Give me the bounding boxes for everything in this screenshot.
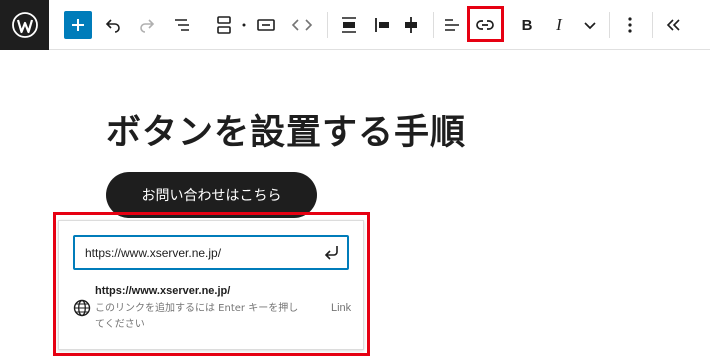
wordpress-logo-icon[interactable] [0, 0, 49, 50]
suggestion-type: Link [331, 302, 352, 314]
suggestion-url[interactable]: https://www.xserver.ne.jp/ [95, 285, 230, 297]
submit-enter-icon[interactable] [322, 243, 342, 263]
list-view-icon[interactable] [170, 0, 194, 50]
align-left-icon[interactable] [370, 0, 394, 50]
align-full-icon[interactable] [337, 0, 361, 50]
url-input[interactable]: https://www.xserver.ne.jp/ [73, 235, 349, 270]
italic-icon[interactable]: I [549, 0, 569, 50]
block-toolbar: B I [0, 0, 710, 50]
button-block-icon[interactable] [213, 0, 235, 50]
drag-handle-dot-icon[interactable] [239, 0, 249, 50]
toolbar-divider [609, 12, 610, 38]
justify-icon[interactable] [440, 0, 464, 50]
redo-icon[interactable] [135, 0, 159, 50]
more-options-icon[interactable] [620, 0, 640, 50]
collapse-icon[interactable] [662, 0, 686, 50]
chevron-down-icon[interactable] [579, 0, 601, 50]
toolbar-divider [433, 12, 434, 38]
plus-icon[interactable] [64, 11, 92, 39]
bold-icon[interactable]: B [517, 0, 537, 50]
toolbar-divider [327, 12, 328, 38]
align-center-icon[interactable] [399, 0, 423, 50]
globe-icon [73, 299, 91, 317]
link-button-highlight [467, 6, 504, 42]
undo-icon[interactable] [101, 0, 125, 50]
code-chevrons-icon[interactable] [289, 0, 315, 50]
button-variation-icon[interactable] [254, 0, 278, 50]
suggestion-description: このリンクを追加するには Enter キーを押してください [95, 303, 299, 330]
toolbar-divider [652, 12, 653, 38]
page-title[interactable]: ボタンを設置する手順 [106, 104, 466, 155]
